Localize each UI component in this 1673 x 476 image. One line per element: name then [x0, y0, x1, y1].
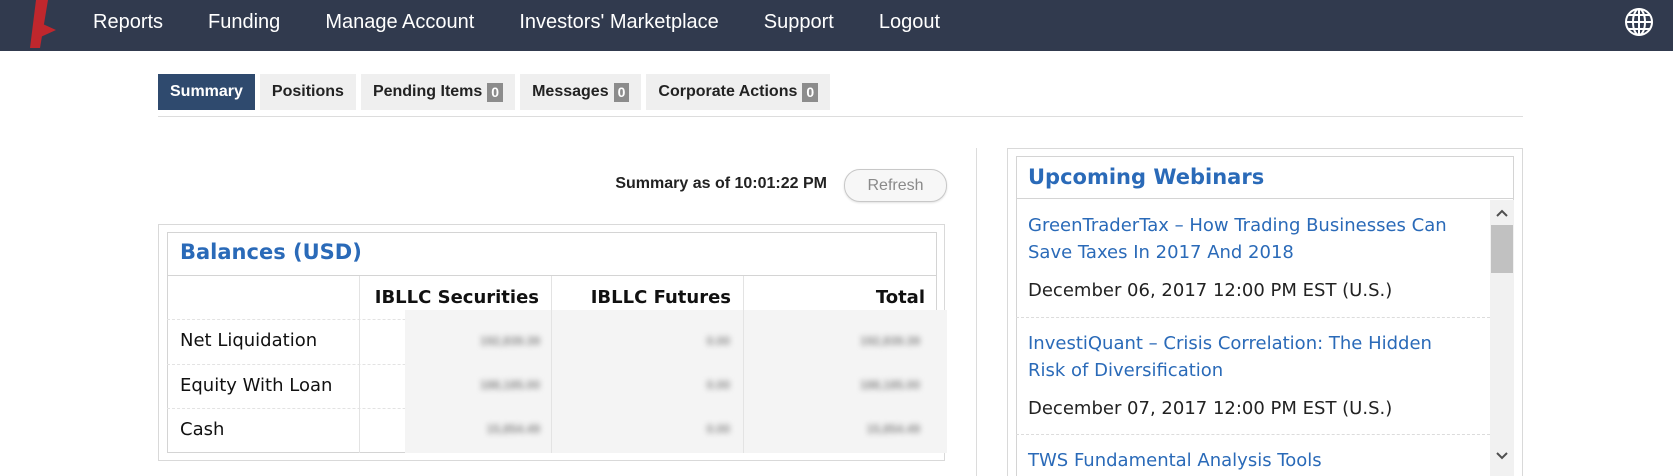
- equity-with-loan-securities-value: 188,185.00: [479, 378, 540, 392]
- globe-icon[interactable]: [1623, 6, 1655, 38]
- tab-summary-label: Summary: [170, 83, 243, 100]
- equity-with-loan-futures-value: 0.00: [706, 378, 730, 392]
- column-rule: [551, 276, 552, 453]
- cash-total-value: 15,854.49: [866, 422, 920, 436]
- row-label-cash: Cash: [180, 419, 225, 440]
- webinar-link[interactable]: GreenTraderTax – How Trading Businesses …: [1028, 212, 1468, 266]
- webinar-date: December 07, 2017 12:00 PM EST (U.S.): [1028, 398, 1393, 419]
- chevron-down-icon[interactable]: [1490, 446, 1514, 466]
- column-rule: [359, 276, 360, 453]
- refresh-button[interactable]: Refresh: [844, 169, 947, 202]
- tab-summary[interactable]: Summary: [158, 74, 255, 110]
- net-liquidation-futures-value: 0.00: [706, 334, 730, 348]
- pending-items-count-badge: 0: [487, 82, 504, 102]
- webinar-link[interactable]: InvestiQuant – Crisis Correlation: The H…: [1028, 330, 1468, 384]
- corporate-actions-count-badge: 0: [802, 82, 819, 102]
- nav-funding[interactable]: Funding: [208, 11, 280, 34]
- nav-reports[interactable]: Reports: [93, 11, 163, 34]
- webinar-link[interactable]: TWS Fundamental Analysis Tools: [1028, 447, 1468, 474]
- tab-pending-items[interactable]: Pending Items 0: [360, 74, 516, 110]
- chevron-up-icon[interactable]: [1490, 203, 1514, 223]
- net-liquidation-total-value: 192,839.39: [859, 334, 920, 348]
- tab-messages-label: Messages: [532, 83, 609, 100]
- column-rule: [743, 276, 744, 453]
- balances-title: Balances (USD): [180, 240, 362, 264]
- nav-manage-account[interactable]: Manage Account: [325, 11, 474, 34]
- equity-with-loan-total-value: 188,185.00: [859, 378, 920, 392]
- portfolio-tabs: Summary Positions Pending Items 0 Messag…: [158, 74, 835, 110]
- webinars-list-frame: [1016, 156, 1514, 476]
- net-liquidation-securities-value: 192,839.39: [479, 334, 540, 348]
- column-divider: [976, 148, 977, 476]
- webinars-title-divider: [1016, 198, 1514, 199]
- tab-messages[interactable]: Messages 0: [520, 74, 642, 110]
- cash-securities-value: 15,854.49: [486, 422, 540, 436]
- tab-pending-items-label: Pending Items: [372, 83, 483, 100]
- messages-count-badge: 0: [613, 82, 630, 102]
- tabs-divider: [158, 116, 1523, 117]
- cash-futures-value: 0.00: [706, 422, 730, 436]
- webinars-scrollbar-thumb[interactable]: [1491, 225, 1513, 273]
- webinar-date: December 06, 2017 12:00 PM EST (U.S.): [1028, 280, 1393, 301]
- tab-corporate-actions[interactable]: Corporate Actions 0: [646, 74, 831, 110]
- tab-positions-label: Positions: [271, 83, 344, 100]
- webinar-separator: [1016, 434, 1490, 436]
- nav-investors-marketplace[interactable]: Investors' Marketplace: [519, 11, 718, 34]
- webinar-separator: [1016, 317, 1490, 319]
- main-nav: Reports Funding Manage Account Investors…: [93, 0, 985, 44]
- top-nav-bar: Reports Funding Manage Account Investors…: [0, 0, 1673, 51]
- row-label-equity-with-loan: Equity With Loan: [180, 375, 333, 396]
- ib-logo-icon[interactable]: [26, 0, 66, 48]
- row-label-net-liquidation: Net Liquidation: [180, 330, 318, 351]
- nav-support[interactable]: Support: [764, 11, 834, 34]
- tab-positions[interactable]: Positions: [259, 74, 356, 110]
- tab-corporate-actions-label: Corporate Actions: [658, 83, 798, 100]
- summary-timestamp: Summary as of 10:01:22 PM: [615, 175, 827, 192]
- webinars-title: Upcoming Webinars: [1028, 165, 1265, 189]
- nav-logout[interactable]: Logout: [879, 11, 940, 34]
